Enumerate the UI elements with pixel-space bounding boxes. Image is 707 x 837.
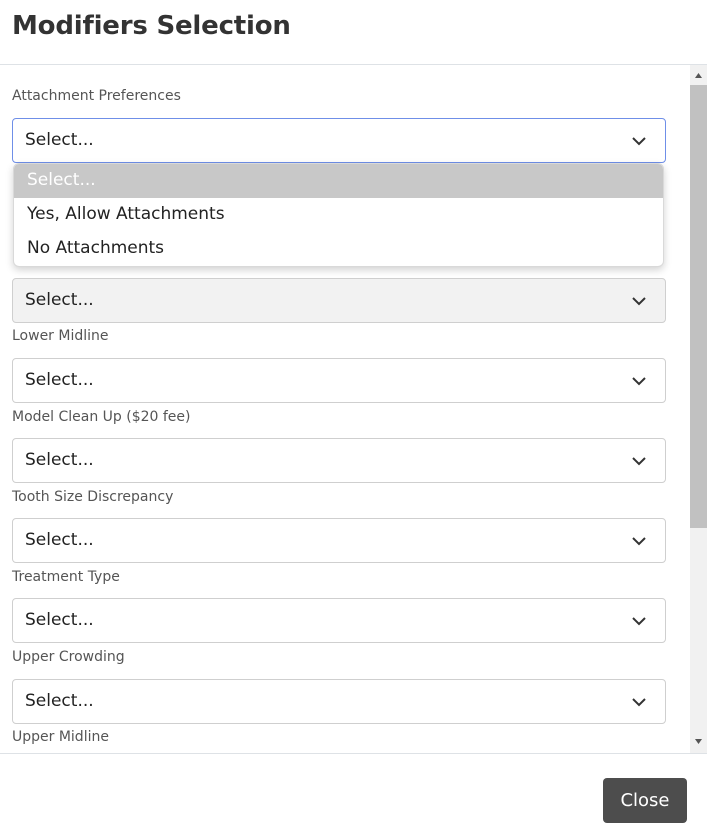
chevron-down-icon <box>632 297 646 306</box>
select-value: Select... <box>25 450 94 470</box>
chevron-down-icon <box>632 537 646 546</box>
field-2-select[interactable]: Select... <box>12 278 666 323</box>
tooth-size-discrepancy-label: Tooth Size Discrepancy <box>12 489 174 505</box>
chevron-down-icon <box>632 617 646 626</box>
treatment-type-label: Treatment Type <box>12 569 120 585</box>
select-value: Select... <box>25 130 94 150</box>
chevron-down-icon <box>632 377 646 386</box>
upper-midline-label: Upper Midline <box>12 729 109 745</box>
attachment-preferences-select[interactable]: Select... <box>12 118 666 163</box>
model-clean-up-label: Model Clean Up ($20 fee) <box>12 409 191 425</box>
attachment-preferences-dropdown-menu: Select... Yes, Allow Attachments No Atta… <box>13 163 664 267</box>
select-value: Select... <box>25 610 94 630</box>
chevron-down-icon <box>632 457 646 466</box>
dropdown-option-yes-allow-attachments[interactable]: Yes, Allow Attachments <box>14 198 663 232</box>
select-value: Select... <box>25 691 94 711</box>
upper-crowding-select[interactable]: Select... <box>12 679 666 724</box>
select-value: Select... <box>25 530 94 550</box>
dropdown-option-select[interactable]: Select... <box>14 164 663 198</box>
select-value: Select... <box>25 370 94 390</box>
model-clean-up-select[interactable]: Select... <box>12 438 666 483</box>
modal-body: Attachment Preferences Select... Select.… <box>0 65 690 753</box>
upper-crowding-label: Upper Crowding <box>12 649 125 665</box>
lower-midline-select[interactable]: Select... <box>12 358 666 403</box>
lower-midline-label: Lower Midline <box>12 328 109 344</box>
attachment-preferences-label: Attachment Preferences <box>12 88 181 104</box>
treatment-type-select[interactable]: Select... <box>12 598 666 643</box>
scroll-thumb[interactable] <box>690 85 707 528</box>
scroll-down-arrow-icon[interactable] <box>694 737 703 746</box>
close-button[interactable]: Close <box>603 778 687 823</box>
dropdown-option-no-attachments[interactable]: No Attachments <box>14 232 663 266</box>
select-value: Select... <box>25 290 94 310</box>
modal-header: Modifiers Selection <box>0 0 707 65</box>
modal-body-scrollbar[interactable] <box>690 65 707 753</box>
modal-title: Modifiers Selection <box>12 11 291 41</box>
scroll-up-arrow-icon[interactable] <box>694 71 703 80</box>
tooth-size-discrepancy-select[interactable]: Select... <box>12 518 666 563</box>
chevron-down-icon <box>632 137 646 146</box>
modal-footer: Close <box>0 753 707 837</box>
chevron-down-icon <box>632 698 646 707</box>
